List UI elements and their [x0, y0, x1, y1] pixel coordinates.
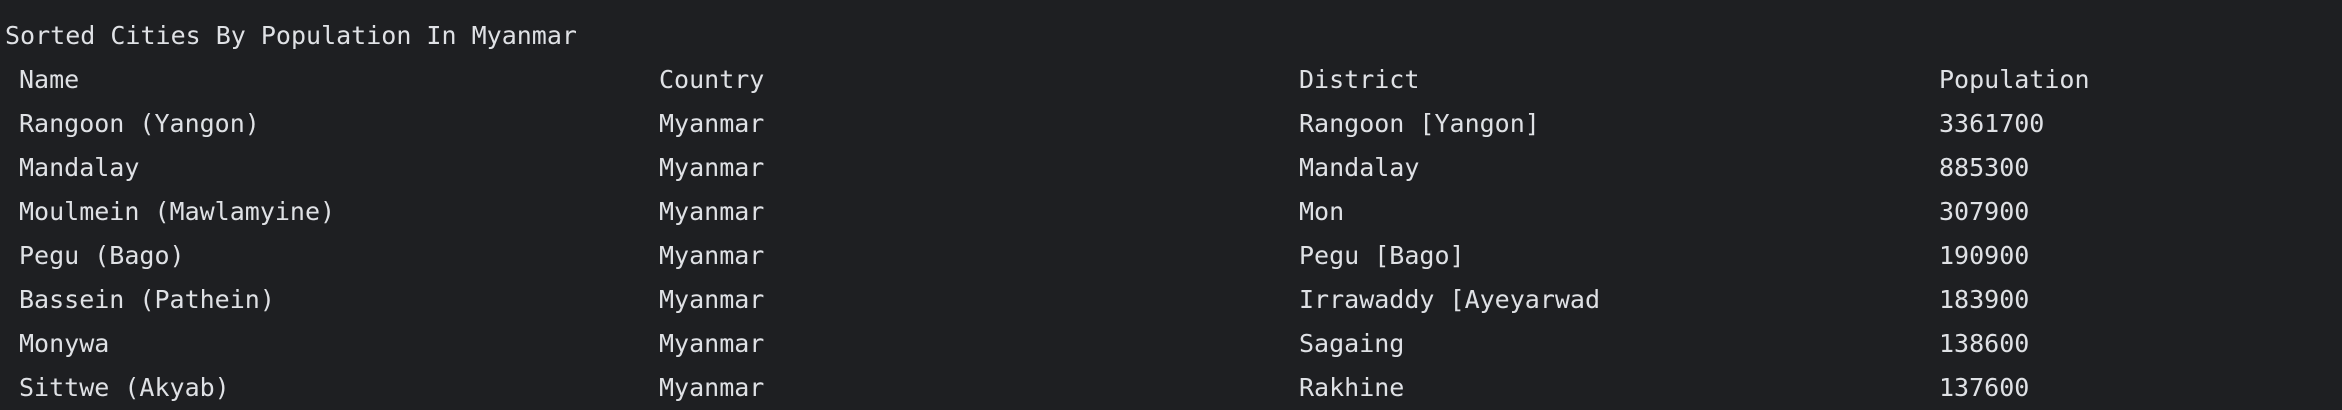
- table-row: Rangoon (Yangon) Myanmar Rangoon [Yangon…: [0, 102, 2342, 146]
- cell-country: Myanmar: [659, 197, 765, 226]
- cell-name: Moulmein (Mawlamyine): [19, 197, 336, 226]
- cell-district: Rakhine: [1299, 373, 1405, 402]
- cell-district: Mon: [1299, 197, 1345, 226]
- cell-name: Monywa: [19, 329, 110, 358]
- table-row: Pegu (Bago) Myanmar Pegu [Bago] 190900: [0, 234, 2342, 278]
- table-row: Sittwe (Akyab) Myanmar Rakhine 137600: [0, 366, 2342, 410]
- output-title: Sorted Cities By Population In Myanmar: [5, 21, 577, 50]
- cell-country: Myanmar: [659, 373, 765, 402]
- cell-population: 307900: [1939, 197, 2030, 226]
- cell-country: Myanmar: [659, 241, 765, 270]
- cell-population: 3361700: [1939, 109, 2045, 138]
- cell-district: Rangoon [Yangon]: [1299, 109, 1540, 138]
- table-row: Moulmein (Mawlamyine) Myanmar Mon 307900: [0, 190, 2342, 234]
- cell-name: Rangoon (Yangon): [19, 109, 260, 138]
- cell-population: 190900: [1939, 241, 2030, 270]
- cell-name: Sittwe (Akyab): [19, 373, 230, 402]
- header-name: Name: [19, 65, 80, 94]
- cell-district: Mandalay: [1299, 153, 1420, 182]
- cell-name: Bassein (Pathein): [19, 285, 275, 314]
- cell-population: 137600: [1939, 373, 2030, 402]
- header-country: Country: [659, 65, 765, 94]
- table-row: Bassein (Pathein) Myanmar Irrawaddy [Aye…: [0, 278, 2342, 322]
- cell-country: Myanmar: [659, 329, 765, 358]
- cell-country: Myanmar: [659, 285, 765, 314]
- header-district: District: [1299, 65, 1420, 94]
- cell-district: Pegu [Bago]: [1299, 241, 1465, 270]
- cell-population: 138600: [1939, 329, 2030, 358]
- table-row: Mandalay Myanmar Mandalay 885300: [0, 146, 2342, 190]
- console-output: Sorted Cities By Population In Myanmar N…: [0, 0, 2342, 406]
- table-row: Monywa Myanmar Sagaing 138600: [0, 322, 2342, 366]
- cell-name: Pegu (Bago): [19, 241, 185, 270]
- header-population: Population: [1939, 65, 2090, 94]
- cell-population: 183900: [1939, 285, 2030, 314]
- cell-name: Mandalay: [19, 153, 140, 182]
- cell-country: Myanmar: [659, 153, 765, 182]
- cell-district: Sagaing: [1299, 329, 1405, 358]
- cell-population: 885300: [1939, 153, 2030, 182]
- cell-district: Irrawaddy [Ayeyarwad: [1299, 285, 1601, 314]
- cell-country: Myanmar: [659, 109, 765, 138]
- table-header-row: Name Country District Population: [0, 58, 2342, 102]
